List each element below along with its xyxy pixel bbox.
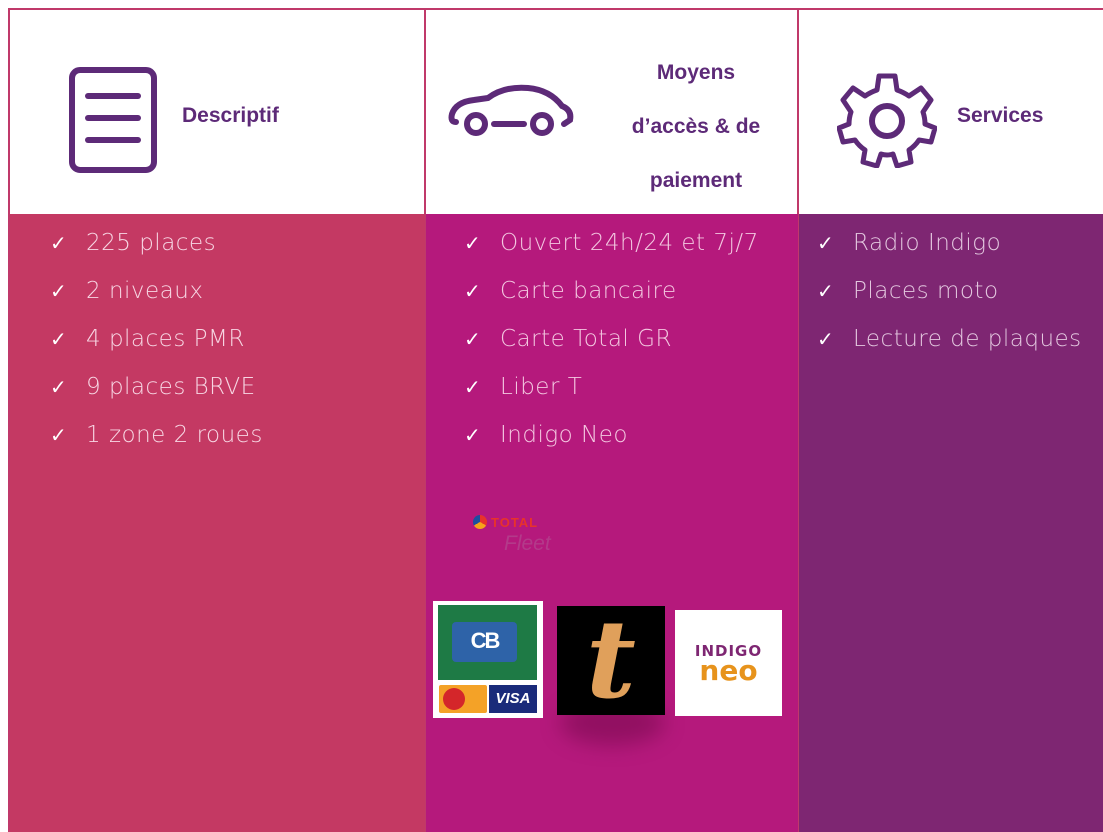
- list-item-label: Lecture de plaques: [853, 326, 1082, 352]
- tcl-logo-glyph: t: [586, 597, 636, 723]
- header-moyens: Moyens d’accès & de paiement: [426, 10, 797, 214]
- checkmark-icon: ✓: [464, 327, 482, 351]
- list-item-label: Places moto: [853, 278, 999, 304]
- list-item: ✓ Places moto: [817, 274, 1082, 322]
- total-logo-text: TOTAL: [491, 515, 539, 530]
- visa-logo-text: VISA: [489, 685, 537, 713]
- neo-logo-text: neo: [699, 654, 758, 687]
- column-descriptif: ✓ 225 places ✓ 2 niveaux ✓ 4 places PMR ✓ 9 …: [10, 214, 425, 832]
- cb-visa-mastercard-logo: CB VISA: [433, 601, 543, 718]
- list-item-label: Liber T: [500, 374, 583, 400]
- list-item: ✓ 1 zone 2 roues: [50, 418, 263, 466]
- column-services: ✓ Radio Indigo ✓ Places moto ✓ Lecture de p…: [799, 214, 1103, 832]
- cb-logo-badge: CB: [452, 622, 517, 662]
- checkmark-icon: ✓: [464, 279, 482, 303]
- list-item-label: Indigo Neo: [500, 422, 628, 448]
- list-item: ✓ Carte bancaire: [464, 274, 759, 322]
- tcl-liber-t-logo: t: [557, 600, 665, 720]
- car-icon: [446, 84, 576, 145]
- list-item: ✓ Radio Indigo: [817, 226, 1082, 274]
- checkmark-icon: ✓: [464, 231, 482, 255]
- fleet-logo-text: Fleet: [504, 532, 551, 555]
- cb-logo-text: CB: [470, 628, 501, 653]
- list-item: ✓ 225 places: [50, 226, 263, 274]
- list-item-label: Radio Indigo: [853, 230, 1002, 256]
- list-item: ✓ Lecture de plaques: [817, 322, 1082, 370]
- header-title-multiline: Moyens d’accès & de paiement: [606, 46, 786, 208]
- list-item-label: 1 zone 2 roues: [86, 422, 263, 448]
- checkmark-icon: ✓: [50, 231, 68, 255]
- list-item: ✓ Ouvert 24h/24 et 7j/7: [464, 226, 759, 274]
- list-item-label: 225 places: [86, 230, 217, 256]
- total-ball-icon: [473, 515, 487, 529]
- checkmark-icon: ✓: [50, 375, 68, 399]
- checkmark-icon: ✓: [464, 375, 482, 399]
- mastercard-icon: [439, 685, 487, 713]
- header-title-line: Moyens: [656, 61, 736, 84]
- list-item-label: Ouvert 24h/24 et 7j/7: [500, 230, 759, 256]
- document-lines-icon: [68, 66, 158, 179]
- checkmark-icon: ✓: [817, 327, 835, 351]
- checkmark-icon: ✓: [50, 327, 68, 351]
- list-item-label: 2 niveaux: [86, 278, 204, 304]
- header-descriptif: Descriptif: [10, 10, 424, 214]
- feature-list: ✓ Radio Indigo ✓ Places moto ✓ Lecture de p…: [817, 226, 1082, 370]
- feature-list: ✓ 225 places ✓ 2 niveaux ✓ 4 places PMR ✓ 9 …: [50, 226, 263, 466]
- list-item-label: 9 places BRVE: [86, 374, 256, 400]
- checkmark-icon: ✓: [50, 279, 68, 303]
- header-title: Descriptif: [182, 104, 279, 127]
- header-title-line: d’accès & de: [631, 115, 761, 138]
- checkmark-icon: ✓: [50, 423, 68, 447]
- checkmark-icon: ✓: [817, 279, 835, 303]
- list-item-label: Carte bancaire: [500, 278, 677, 304]
- total-fleet-logo: TOTAL Fleet: [470, 510, 580, 570]
- list-item: ✓ Carte Total GR: [464, 322, 759, 370]
- gear-icon: [836, 68, 938, 173]
- list-item: ✓ 4 places PMR: [50, 322, 263, 370]
- checkmark-icon: ✓: [817, 231, 835, 255]
- info-table: Descriptif Moyens d’accès & de paiement …: [0, 0, 1103, 832]
- list-item: ✓ Indigo Neo: [464, 418, 759, 466]
- list-item: ✓ Liber T: [464, 370, 759, 418]
- feature-list: ✓ Ouvert 24h/24 et 7j/7 ✓ Carte bancaire ✓…: [464, 226, 759, 466]
- indigo-neo-logo: INDIGO neo: [675, 610, 782, 716]
- header-services: Services: [799, 10, 1103, 214]
- list-item: ✓ 2 niveaux: [50, 274, 263, 322]
- list-item-label: 4 places PMR: [86, 326, 245, 352]
- checkmark-icon: ✓: [464, 423, 482, 447]
- list-item-label: Carte Total GR: [500, 326, 672, 352]
- list-item: ✓ 9 places BRVE: [50, 370, 263, 418]
- header-title: Services: [957, 104, 1044, 127]
- header-title-line: paiement: [649, 169, 743, 192]
